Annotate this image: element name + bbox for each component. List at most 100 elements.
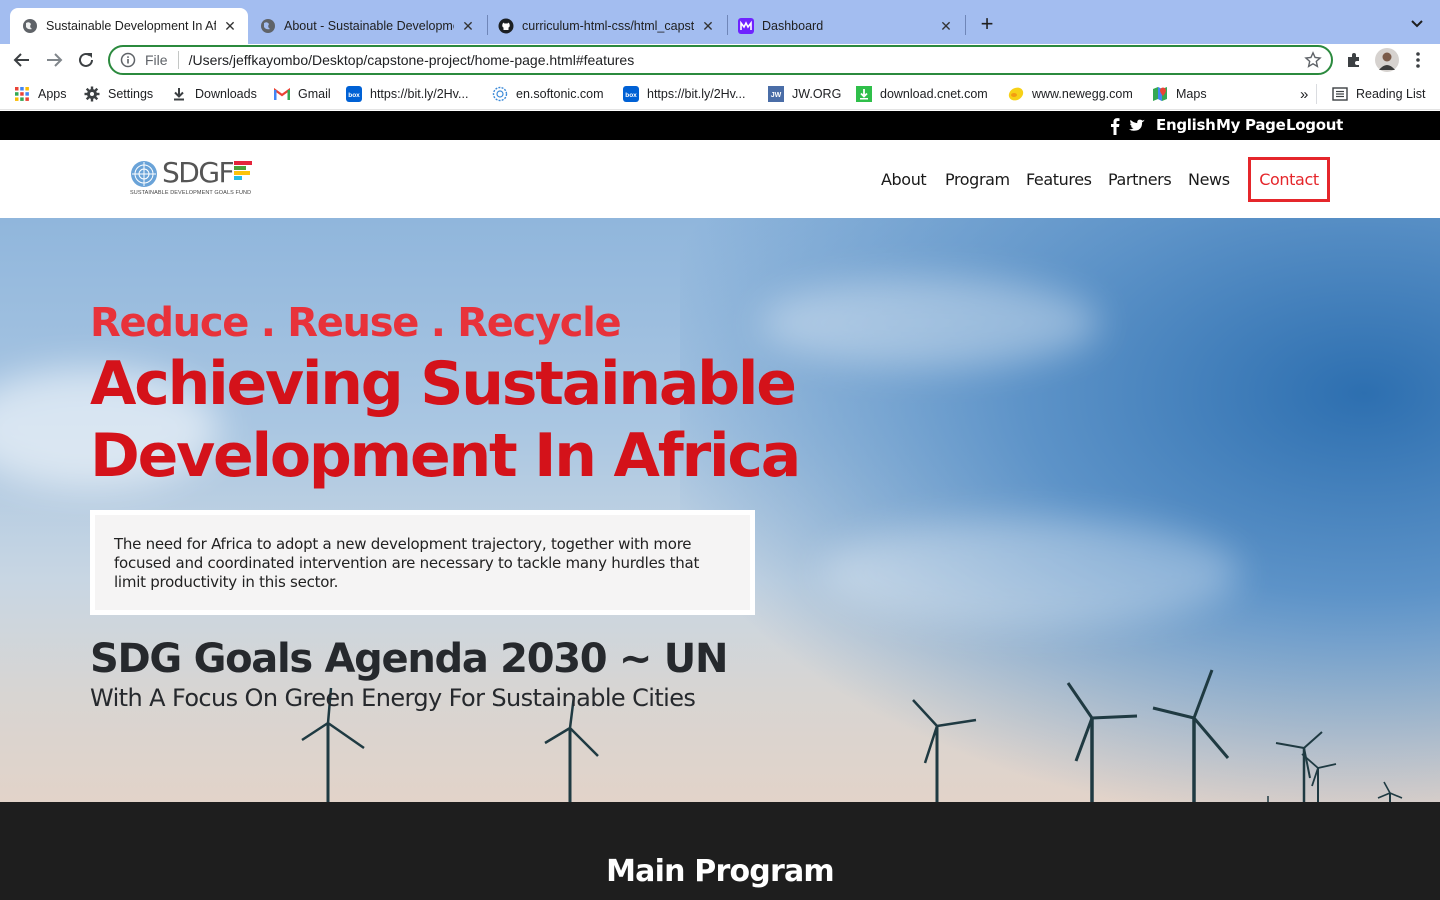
nav-features[interactable]: Features: [1026, 170, 1092, 189]
twitter-icon[interactable]: [1128, 117, 1146, 135]
un-emblem-icon: [129, 159, 159, 189]
new-tab-button[interactable]: +: [976, 13, 998, 35]
bookmark-label: Gmail: [298, 87, 331, 101]
softonic-icon: [492, 86, 508, 102]
sdg-title: SDG Goals Agenda 2030 ~ UN: [90, 636, 728, 682]
forward-button[interactable]: [42, 48, 66, 72]
avatar[interactable]: [1375, 48, 1399, 72]
address-bar[interactable]: File /Users/jeffkayombo/Desktop/capstone…: [108, 45, 1333, 75]
tab-title: Dashboard: [762, 19, 824, 33]
box-icon: box: [623, 86, 639, 102]
bookmark-bitly-1[interactable]: box https://bit.ly/2Hv...: [346, 85, 468, 103]
top-utility-bar: English My Page Logout: [0, 111, 1440, 140]
bookmark-label: Apps: [38, 87, 67, 101]
bookmark-star-icon[interactable]: [1304, 51, 1322, 69]
gear-icon: [84, 86, 100, 102]
apps-grid-icon: [14, 86, 30, 102]
newegg-icon: [1008, 86, 1024, 102]
github-icon: [498, 18, 514, 34]
hero-eyebrow: Reduce . Reuse . Recycle: [90, 300, 622, 346]
microverse-icon: [738, 18, 754, 34]
extensions-icon[interactable]: [1344, 50, 1364, 70]
bookmark-downloads[interactable]: Downloads: [171, 85, 257, 103]
bookmark-label: Maps: [1176, 87, 1207, 101]
logout-link[interactable]: Logout: [1286, 116, 1343, 134]
bookmark-label: download.cnet.com: [880, 87, 988, 101]
svg-text:JW: JW: [771, 92, 782, 99]
language-link[interactable]: English: [1156, 116, 1216, 134]
tab-search-icon[interactable]: [1408, 14, 1426, 32]
tab-title: About - Sustainable Developme: [284, 19, 454, 33]
bookmark-label: en.softonic.com: [516, 87, 604, 101]
facebook-icon[interactable]: [1106, 117, 1124, 135]
divider: [1316, 84, 1317, 104]
svg-text:box: box: [348, 92, 360, 99]
nav-news[interactable]: News: [1188, 170, 1230, 189]
tab-title: curriculum-html-css/html_capst: [522, 19, 694, 33]
color-bars-icon: [234, 161, 252, 180]
close-icon[interactable]: ✕: [222, 18, 238, 34]
globe-icon: [260, 18, 276, 34]
cnet-download-icon: [856, 86, 872, 102]
section-title: Main Program: [606, 854, 835, 889]
nav-about[interactable]: About: [881, 170, 927, 189]
kebab-menu-icon[interactable]: [1408, 50, 1428, 70]
hero-headline-line-1: Achieving Sustainable: [90, 349, 797, 419]
my-page-link[interactable]: My Page: [1216, 116, 1286, 134]
reading-list-label: Reading List: [1356, 87, 1426, 101]
box-icon: box: [346, 86, 362, 102]
info-icon[interactable]: [120, 52, 136, 68]
tab-dashboard[interactable]: Dashboard ✕: [726, 8, 964, 44]
bookmark-newegg[interactable]: www.newegg.com: [1008, 85, 1133, 103]
maps-icon: [1152, 86, 1168, 102]
close-icon[interactable]: ✕: [938, 18, 954, 34]
gmail-icon: [274, 86, 290, 102]
bookmark-label: https://bit.ly/2Hv...: [647, 87, 746, 101]
reading-list-icon: [1332, 86, 1348, 102]
bookmark-gmail[interactable]: Gmail: [274, 85, 331, 103]
bookmark-maps[interactable]: Maps: [1152, 85, 1207, 103]
url-text[interactable]: /Users/jeffkayombo/Desktop/capstone-proj…: [189, 52, 1304, 68]
jw-icon: JW: [768, 86, 784, 102]
bookmark-label: Settings: [108, 87, 154, 101]
hero-section: Reduce . Reuse . Recycle Achieving Susta…: [0, 218, 1440, 802]
nav-program[interactable]: Program: [945, 170, 1010, 189]
globe-icon: [22, 18, 38, 34]
divider: [177, 51, 179, 69]
tab-sustainable-development[interactable]: Sustainable Development In Af ✕: [10, 8, 248, 44]
hero-headline: Achieving Sustainable Development In Afr…: [90, 348, 810, 492]
bookmarks-bar: Apps Settings Downloads Gmail box https:…: [0, 76, 1440, 110]
close-icon[interactable]: ✕: [460, 18, 476, 34]
tab-title: Sustainable Development In Af: [46, 19, 216, 33]
bookmark-settings[interactable]: Settings: [84, 85, 153, 103]
tab-divider: [965, 15, 966, 35]
logo-wordmark: SDGF: [162, 156, 235, 189]
tab-strip: Sustainable Development In Af ✕ About - …: [0, 0, 1440, 44]
nav-partners[interactable]: Partners: [1108, 170, 1172, 189]
hero-description: The need for Africa to adopt a new devel…: [90, 510, 755, 615]
bookmark-label: www.newegg.com: [1032, 87, 1133, 101]
site-header: SDGF SUSTAINABLE DEVELOPMENT GOALS FUND …: [0, 140, 1440, 218]
back-button[interactable]: [10, 48, 34, 72]
svg-text:box: box: [625, 92, 637, 99]
bookmark-label: Downloads: [195, 87, 257, 101]
bookmark-label: JW.ORG: [792, 87, 842, 101]
reading-list-button[interactable]: Reading List: [1332, 85, 1426, 103]
bookmark-bitly-2[interactable]: box https://bit.ly/2Hv...: [623, 85, 745, 103]
bookmark-cnet[interactable]: download.cnet.com: [856, 85, 988, 103]
hero-headline-line-2: Development In Africa: [90, 421, 801, 491]
bookmarks-overflow-button[interactable]: »: [1300, 85, 1308, 103]
main-program-section: Main Program: [0, 802, 1440, 900]
sdg-subtitle: With A Focus On Green Energy For Sustain…: [90, 684, 696, 712]
download-icon: [171, 86, 187, 102]
tab-curriculum[interactable]: curriculum-html-css/html_capst ✕: [486, 8, 726, 44]
close-icon[interactable]: ✕: [700, 18, 716, 34]
scheme-chip: File: [145, 52, 168, 68]
bookmark-softonic[interactable]: en.softonic.com: [492, 85, 604, 103]
bookmark-apps[interactable]: Apps: [14, 85, 67, 103]
sdgf-logo[interactable]: SDGF SUSTAINABLE DEVELOPMENT GOALS FUND: [128, 156, 252, 199]
bookmark-jworg[interactable]: JW JW.ORG: [768, 85, 841, 103]
reload-button[interactable]: [74, 48, 98, 72]
nav-contact-button[interactable]: Contact: [1248, 157, 1330, 202]
tab-about[interactable]: About - Sustainable Developme ✕: [248, 8, 486, 44]
